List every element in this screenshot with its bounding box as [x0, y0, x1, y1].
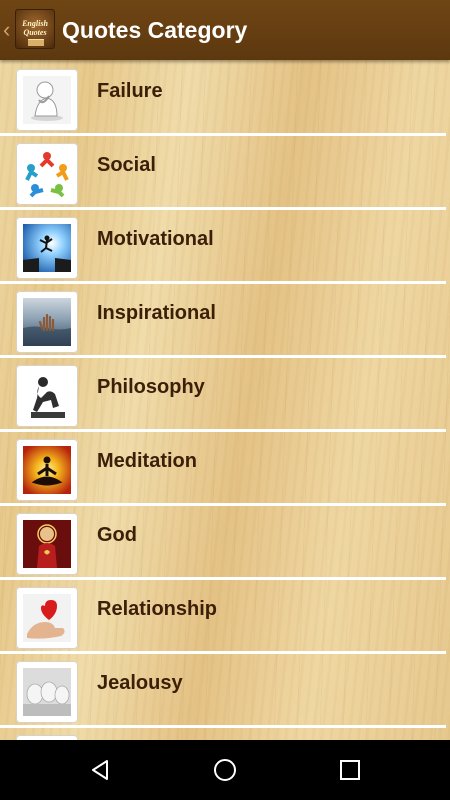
sacred-heart-icon	[23, 520, 71, 568]
category-item-failure[interactable]: Failure	[0, 60, 450, 136]
sad-figure-icon	[23, 76, 71, 124]
category-thumbnail	[16, 143, 78, 205]
category-thumbnail	[16, 661, 78, 723]
people-circle-icon	[23, 150, 71, 198]
category-item-meditation[interactable]: Meditation	[0, 430, 450, 506]
category-thumbnail	[16, 513, 78, 575]
category-thumbnail	[16, 365, 78, 427]
category-item-jealousy[interactable]: Jealousy	[0, 652, 450, 728]
jumping-man-icon	[23, 224, 71, 272]
book-icon	[28, 39, 44, 46]
hand-in-water-icon	[23, 298, 71, 346]
category-item-inspirational[interactable]: Inspirational	[0, 282, 450, 358]
category-label: Social	[97, 154, 156, 176]
category-thumbnail	[16, 217, 78, 279]
category-label: Meditation	[97, 450, 197, 472]
app-logo-icon[interactable]: English Quotes	[15, 9, 55, 49]
category-label: Jealousy	[97, 672, 183, 694]
app-logo-text-line2: Quotes	[23, 28, 47, 37]
category-item-social[interactable]: Social	[0, 134, 450, 210]
app-screen: ‹ English Quotes Quotes Category Failure	[0, 0, 450, 740]
action-bar: ‹ English Quotes Quotes Category	[0, 0, 450, 60]
category-list: Failure Social Motivational Inspirationa…	[0, 60, 450, 740]
category-item-god[interactable]: God	[0, 504, 450, 580]
recent-apps-square-icon[interactable]	[338, 758, 362, 782]
category-label: Philosophy	[97, 376, 205, 398]
category-label: Inspirational	[97, 302, 216, 324]
category-thumbnail	[16, 69, 78, 131]
category-item-relationship[interactable]: Relationship	[0, 578, 450, 654]
heart-in-hand-icon	[23, 594, 71, 642]
category-label: Failure	[97, 80, 163, 102]
thinker-statue-icon	[23, 372, 71, 420]
category-thumbnail	[16, 439, 78, 501]
category-item-motivational[interactable]: Motivational	[0, 208, 450, 284]
page-title: Quotes Category	[62, 17, 248, 43]
category-label: God	[97, 524, 137, 546]
app-logo-text-line1: English	[22, 19, 48, 28]
navigation-bar	[0, 740, 450, 800]
category-label: Motivational	[97, 228, 214, 250]
meditation-icon	[23, 446, 71, 494]
category-thumbnail	[16, 291, 78, 353]
back-triangle-icon[interactable]	[88, 758, 112, 782]
home-circle-icon[interactable]	[213, 758, 237, 782]
category-thumbnail	[16, 587, 78, 649]
category-item-partial[interactable]	[0, 726, 450, 740]
category-label: Relationship	[97, 598, 218, 620]
eggs-icon	[23, 668, 71, 716]
category-item-philosophy[interactable]: Philosophy	[0, 356, 450, 432]
back-chevron-icon[interactable]: ‹	[3, 17, 15, 43]
